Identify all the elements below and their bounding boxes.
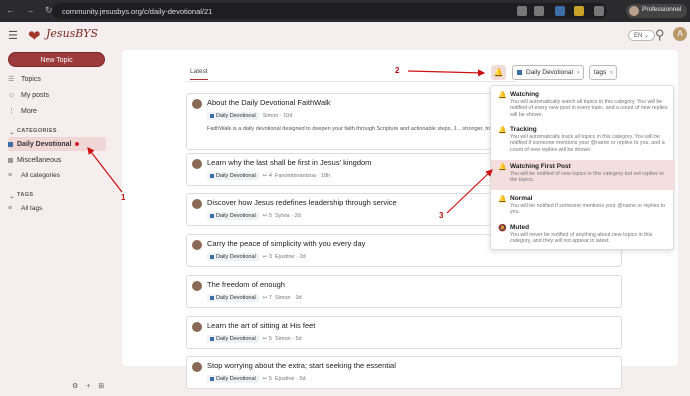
annotation-label-2: 2	[395, 66, 400, 75]
site-header: ☰ ❤ JesusBYS EN ⌄ ⚲ A	[0, 22, 690, 50]
sidebar-category-daily-devotional[interactable]: Daily Devotional	[8, 139, 80, 150]
bell-muted-icon: 🔕	[498, 225, 507, 232]
topic-category-badge[interactable]: Daily Devotional	[207, 212, 259, 220]
topic-category-badge[interactable]: Daily Devotional	[207, 294, 259, 302]
bell-icon: 🔔	[498, 127, 507, 134]
user-avatar[interactable]: A	[673, 27, 687, 41]
extension-icon[interactable]	[517, 6, 527, 16]
topic-meta: Daily Devotional ↩ 5 Sylvia · 2d	[207, 212, 301, 220]
category-color-icon	[517, 69, 522, 75]
chevron-right-icon: ›	[576, 69, 580, 76]
notification-bell-icon[interactable]: 🔔	[491, 65, 506, 80]
topic-row[interactable]: Learn the art of sitting at His feet Dai…	[186, 316, 622, 349]
extension-icon[interactable]	[555, 6, 565, 16]
tab-divider	[186, 81, 516, 82]
categories-heading[interactable]: CATEGORIES	[9, 128, 57, 134]
topic-meta: Daily Devotional ↩ 3 Ejustine · 2d	[207, 253, 306, 261]
heart-logo-icon: ❤	[28, 27, 41, 45]
topic-category-badge[interactable]: Daily Devotional	[207, 253, 259, 261]
tags-dropdown[interactable]: tags ›	[589, 65, 618, 80]
topic-row[interactable]: Stop worrying about the extra; start see…	[186, 356, 622, 389]
extension-icon[interactable]	[594, 6, 604, 16]
more-icon: ⋮	[8, 108, 15, 115]
sidebar: New Topic ☰Topics ☺My posts ⋮More CATEGO…	[0, 50, 120, 396]
topic-title[interactable]: Discover how Jesus redefines leadership …	[207, 198, 397, 207]
topic-excerpt: FaithWalk is a daily devotional designed…	[207, 126, 507, 132]
author-avatar	[192, 159, 202, 169]
topics-icon: ☰	[8, 76, 15, 83]
author-avatar	[192, 362, 202, 372]
topic-meta: Daily Devotional ↩ 4 Fanombinantsoa · 18h	[207, 172, 330, 180]
topic-category-badge[interactable]: Daily Devotional	[207, 375, 259, 383]
extension-icon[interactable]	[534, 6, 544, 16]
sidebar-item-topics[interactable]: ☰ Topics	[8, 74, 41, 85]
topic-title[interactable]: Carry the peace of simplicity with you e…	[207, 239, 365, 248]
annotation-label-3: 3	[439, 211, 444, 220]
menu-item-watching[interactable]: 🔔 Watching You will automatically watch …	[491, 88, 675, 121]
topic-category-badge[interactable]: Daily Devotional	[207, 335, 259, 343]
topic-title[interactable]: About the Daily Devotional FaithWalk	[207, 98, 331, 107]
list-icon: ≡	[8, 205, 13, 212]
topic-meta: Daily Devotional ↩ 5 Simon · 5d	[207, 335, 302, 343]
list-icon: ≡	[8, 172, 13, 179]
sidebar-category-miscellaneous[interactable]: Miscellaneous	[8, 155, 61, 166]
hamburger-menu-icon[interactable]: ☰	[8, 31, 19, 42]
category-dropdown[interactable]: Daily Devotional ›	[512, 65, 585, 80]
author-avatar	[192, 199, 202, 209]
sidebar-item-my-posts[interactable]: ☺ My posts	[8, 90, 49, 101]
category-color-icon	[8, 141, 13, 147]
sidebar-all-tags[interactable]: ≡ All tags	[8, 203, 42, 214]
site-logo[interactable]: ❤ JesusBYS	[28, 27, 98, 45]
annotation-label-1: 1	[121, 193, 126, 202]
author-avatar	[192, 281, 202, 291]
author-avatar	[192, 322, 202, 332]
sidebar-item-more[interactable]: ⋮ More	[8, 106, 37, 117]
topic-title[interactable]: Learn the art of sitting at His feet	[207, 321, 315, 330]
topic-title[interactable]: The freedom of enough	[207, 280, 285, 289]
topic-meta: Daily Devotional ↩ 5 Ejustine · 5d	[207, 375, 306, 383]
language-selector[interactable]: EN ⌄	[628, 30, 656, 41]
tags-heading[interactable]: TAGS	[9, 192, 34, 198]
sidebar-footer-icons[interactable]: ⚙ + ⊞	[72, 382, 107, 390]
menu-item-watching-first-post[interactable]: 🔔 Watching First Post You will be notifi…	[491, 160, 675, 190]
bell-icon: 🔔	[498, 196, 507, 203]
sidebar-all-categories[interactable]: ≡ All categories	[8, 170, 60, 181]
menu-item-normal[interactable]: 🔔 Normal You will be notified if someone…	[491, 192, 675, 219]
category-color-icon	[8, 157, 13, 163]
author-avatar	[192, 99, 202, 109]
topic-meta: Daily Devotional ↩ 7 Simon · 3d	[207, 294, 302, 302]
menu-item-tracking[interactable]: 🔔 Tracking You will automatically track …	[491, 123, 675, 156]
new-topic-button[interactable]: New Topic	[8, 52, 105, 67]
author-avatar	[192, 240, 202, 250]
extension-icon[interactable]	[574, 6, 584, 16]
chevron-right-icon: ›	[610, 69, 613, 76]
bell-icon: 🔔	[498, 164, 507, 171]
tab-latest[interactable]: Latest	[190, 68, 208, 80]
topic-meta: Daily Devotional Simon · 10d	[207, 112, 292, 120]
menu-item-muted[interactable]: 🔕 Muted You will never be notified of an…	[491, 221, 675, 248]
notification-level-menu: 🔔 Watching You will automatically watch …	[490, 85, 675, 250]
topic-title[interactable]: Learn why the last shall be first in Jes…	[207, 158, 371, 167]
topic-category-badge[interactable]: Daily Devotional	[207, 172, 259, 180]
user-icon: ☺	[8, 92, 16, 99]
topic-category-badge[interactable]: Daily Devotional	[207, 112, 259, 120]
topic-title[interactable]: Stop worrying about the extra; start see…	[207, 361, 396, 370]
search-icon[interactable]: ⚲	[655, 27, 665, 43]
topic-row[interactable]: The freedom of enough Daily Devotional ↩ …	[186, 275, 622, 308]
browser-nav-icons[interactable]: ← → ↻	[6, 5, 57, 16]
bell-icon: 🔔	[498, 92, 507, 99]
profile-button[interactable]: Professionnel	[626, 4, 688, 18]
browser-chrome: ← → ↻ community.jesusbys.org/c/daily-dev…	[0, 0, 690, 22]
unread-dot-icon	[75, 142, 80, 147]
